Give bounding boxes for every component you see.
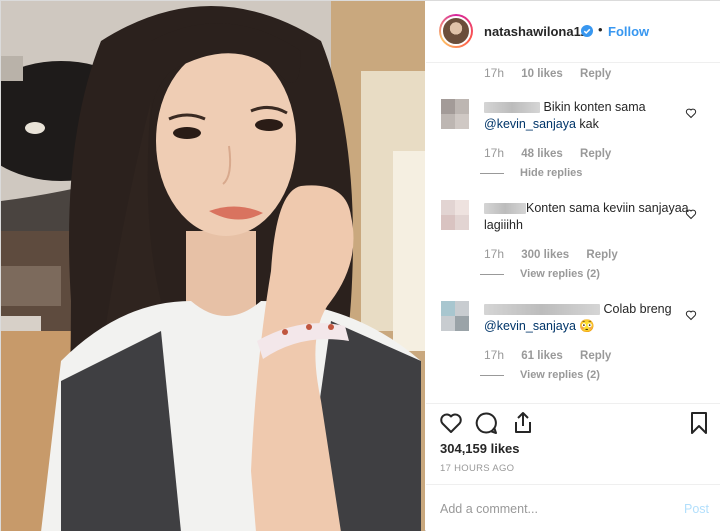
comment-meta: 17h 48 likes Reply <box>484 146 625 160</box>
commenter-avatar[interactable] <box>441 301 469 331</box>
comment-body: Colab breng <box>603 302 672 316</box>
post-photo[interactable] <box>1 1 425 531</box>
post-sidebar: natashawilona12 • Follow 17h 10 likes Re… <box>426 1 720 531</box>
comment-meta: 17h 61 likes Reply <box>484 348 625 362</box>
comment-text: Konten sama keviin sanjayaa lagiiihh <box>484 200 694 234</box>
comment-meta: 17h 300 likes Reply <box>484 247 632 261</box>
comment-likes[interactable]: 10 likes <box>521 68 563 80</box>
comment-body-end: kak <box>575 117 599 131</box>
heart-icon[interactable] <box>438 410 464 436</box>
comment-time: 17h <box>484 66 505 80</box>
portrait-illustration <box>1 1 425 531</box>
action-bar <box>426 403 720 443</box>
post-timestamp: 17 HOURS AGO <box>440 463 515 474</box>
comment-like-heart-icon[interactable] <box>685 208 697 220</box>
username[interactable]: natashawilona12 <box>484 24 588 39</box>
blurred-username <box>484 102 540 114</box>
likes-count[interactable]: 304,159 likes <box>440 441 520 456</box>
view-replies-link[interactable]: View replies (2) <box>520 369 600 381</box>
hide-replies-link[interactable]: Hide replies <box>520 167 582 179</box>
mention-link[interactable]: @kevin_sanjaya <box>484 117 576 131</box>
blurred-username <box>484 304 600 316</box>
comment-time: 17h <box>484 348 505 362</box>
reply-button[interactable]: Reply <box>580 350 611 362</box>
comment-body: Bikin konten sama <box>543 100 646 114</box>
verified-badge-icon <box>581 25 593 37</box>
mention-link[interactable]: @kevin_sanjaya <box>484 319 576 333</box>
reply-button[interactable]: Reply <box>580 68 611 80</box>
comment-likes[interactable]: 48 likes <box>521 148 563 160</box>
comment-text: Colab breng @kevin_sanjaya 😳 <box>484 301 694 335</box>
comment-likes[interactable]: 61 likes <box>521 350 563 362</box>
reply-button[interactable]: Reply <box>580 148 611 160</box>
blurred-username <box>484 203 526 215</box>
avatar[interactable] <box>439 14 473 48</box>
post-header: natashawilona12 • Follow <box>426 1 720 63</box>
comment-text: Bikin konten sama @kevin_sanjaya kak <box>484 99 694 133</box>
reply-button[interactable]: Reply <box>586 249 617 261</box>
comments-list[interactable]: 17h 10 likes Reply Bikin konten sama @ke… <box>426 63 720 403</box>
share-icon[interactable] <box>510 410 536 436</box>
comment-likes[interactable]: 300 likes <box>521 249 569 261</box>
comment-time: 17h <box>484 247 505 261</box>
comment-like-heart-icon[interactable] <box>685 309 697 321</box>
commenter-avatar[interactable] <box>441 200 469 230</box>
avatar-image <box>441 16 471 46</box>
view-replies-link[interactable]: View replies (2) <box>520 268 600 280</box>
instagram-post: natashawilona12 • Follow 17h 10 likes Re… <box>0 0 720 531</box>
comment-icon[interactable] <box>473 410 499 436</box>
follow-button[interactable]: Follow <box>608 24 649 39</box>
commenter-avatar[interactable] <box>441 99 469 129</box>
add-comment-bar: Post <box>426 484 720 531</box>
bookmark-icon[interactable] <box>686 410 712 436</box>
add-comment-input[interactable] <box>440 499 670 519</box>
separator-dot: • <box>598 22 603 37</box>
comment-time: 17h <box>484 146 505 160</box>
comment-meta: 17h 10 likes Reply <box>484 66 625 80</box>
post-comment-button[interactable]: Post <box>684 502 709 516</box>
flushed-emoji: 😳 <box>579 319 595 333</box>
comment-like-heart-icon[interactable] <box>685 107 697 119</box>
